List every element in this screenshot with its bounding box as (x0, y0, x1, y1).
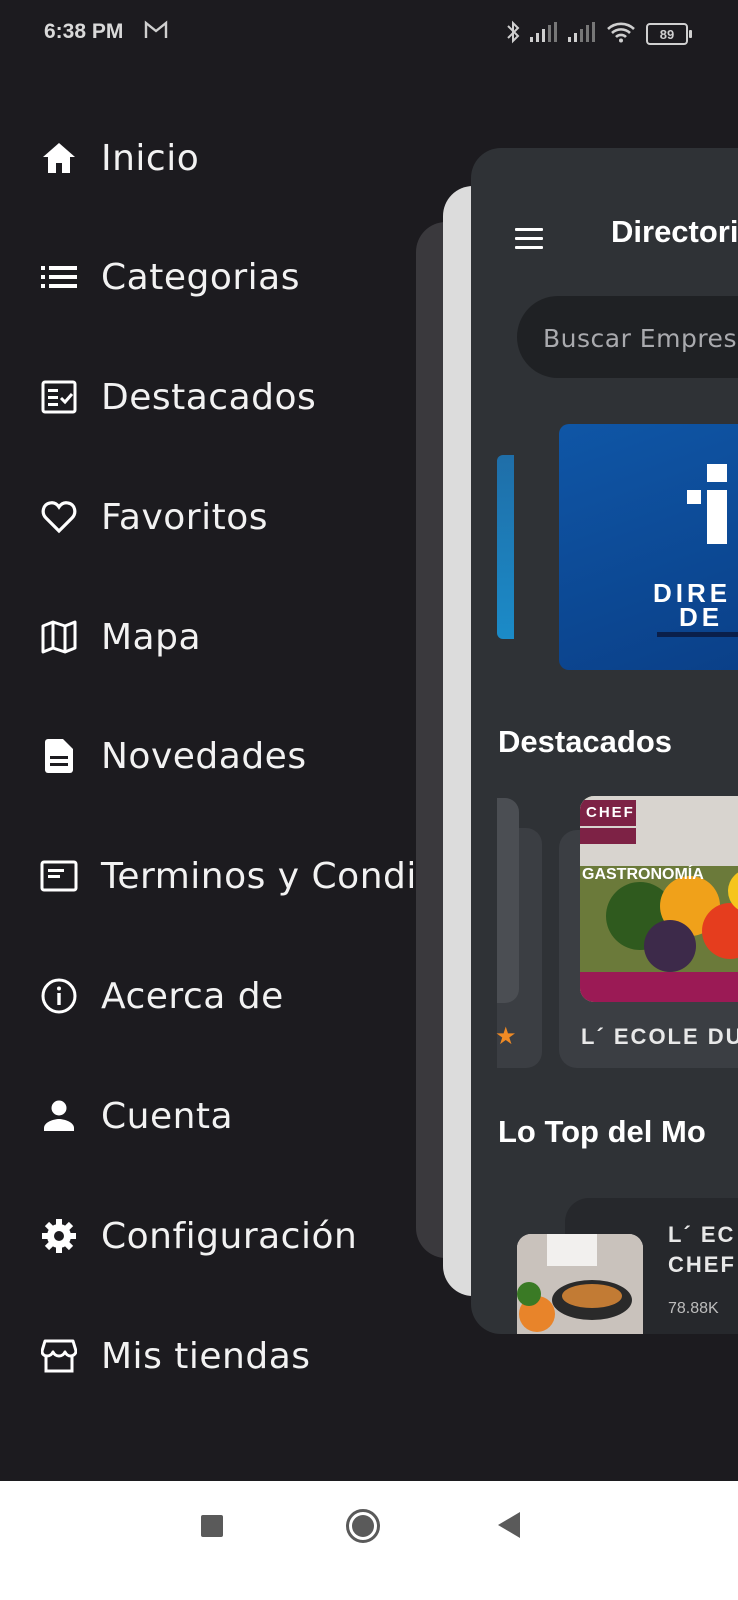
drawer-item-label: Novedades (101, 735, 307, 777)
signal-icon (568, 22, 596, 46)
drawer-item-novedades[interactable]: Novedades (40, 726, 307, 786)
drawer-item-label: Configuración (101, 1215, 358, 1257)
person-icon (40, 1097, 78, 1135)
status-icons: 89 (506, 20, 692, 48)
banner-divider (657, 632, 738, 637)
status-bar: 6:38 PM 89 (0, 0, 738, 70)
featured-card-previous-image (497, 798, 519, 1003)
drawer-item-acerca-de[interactable]: Acerca de (40, 966, 284, 1026)
list-icon (40, 258, 78, 296)
article-icon (40, 737, 78, 775)
back-button[interactable] (498, 1512, 520, 1538)
drawer-item-label: Acerca de (101, 975, 284, 1017)
banner-carousel-item[interactable]: DIRE DE (559, 424, 738, 670)
system-navigation-bar (0, 1481, 738, 1600)
app-title: Directorio (611, 214, 738, 249)
drawer-item-destacados[interactable]: Destacados (40, 367, 316, 427)
wifi-icon (606, 21, 636, 47)
section-title-top: Lo Top del Mo (498, 1114, 706, 1149)
drawer-item-mis-tiendas[interactable]: Mis tiendas (40, 1326, 311, 1386)
battery-icon: 89 (646, 23, 692, 45)
featured-image-text: GASTRONOMÍA (582, 866, 704, 883)
drawer-item-configuracion[interactable]: Configuración (40, 1206, 357, 1266)
featured-image-text: CHEF (586, 804, 635, 821)
drawer-item-categorias[interactable]: Categorias (40, 247, 300, 307)
drawer-item-label: Destacados (101, 376, 317, 418)
drawer-item-label: Inicio (101, 137, 200, 179)
home-icon (40, 139, 78, 177)
checklist-icon (40, 378, 78, 416)
section-title-featured: Destacados (498, 724, 673, 759)
info-icon (40, 977, 78, 1015)
signal-icon (530, 22, 558, 46)
map-icon (40, 618, 78, 656)
banner-previous[interactable] (497, 455, 514, 639)
drawer-item-label: Mapa (101, 616, 202, 658)
gmail-icon (144, 20, 168, 44)
heart-icon (40, 498, 78, 536)
status-time: 6:38 PM (44, 20, 124, 43)
top-item-image (517, 1234, 643, 1334)
drawer-item-inicio[interactable]: Inicio (40, 128, 199, 188)
star-icon: ★ (495, 1022, 517, 1050)
search-input[interactable] (541, 296, 738, 380)
store-icon (40, 1337, 78, 1375)
logo-icon (687, 464, 727, 544)
drawer-item-favoritos[interactable]: Favoritos (40, 487, 268, 547)
drawer-item-label: Categorias (101, 256, 300, 298)
bluetooth-icon (506, 20, 520, 48)
featured-card-image: CHEF GASTRONOMÍA (580, 796, 738, 1002)
drawer-item-mapa[interactable]: Mapa (40, 607, 201, 667)
menu-icon[interactable] (515, 228, 543, 255)
top-item-title[interactable]: L´ EC (668, 1222, 735, 1248)
top-item-views: 78.88K (668, 1300, 719, 1317)
gear-icon (40, 1217, 78, 1255)
drawer-item-label: Mis tiendas (101, 1335, 311, 1377)
top-item-title[interactable]: CHEF (668, 1252, 736, 1278)
home-button[interactable] (346, 1509, 380, 1543)
recents-button[interactable] (201, 1515, 223, 1537)
drawer-item-label: Cuenta (101, 1095, 234, 1137)
banner-text: DE (679, 602, 724, 632)
main-screen-preview[interactable]: Directorio DIRE DE Destacados ★ (471, 148, 738, 1334)
drawer-item-cuenta[interactable]: Cuenta (40, 1086, 233, 1146)
search-bar[interactable] (517, 296, 738, 380)
terms-icon (40, 857, 78, 895)
featured-card-title: L´ ECOLE DU (581, 1024, 738, 1049)
drawer-item-label: Favoritos (101, 496, 268, 538)
